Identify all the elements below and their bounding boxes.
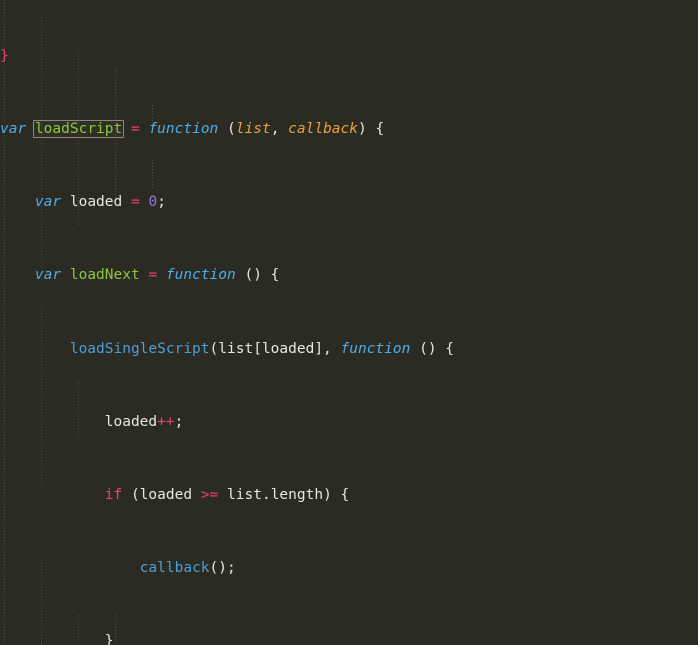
- code-line: if (loaded >= list.length) {: [104, 487, 350, 504]
- code-content[interactable]: } var loadScript = function (list, callb…: [0, 0, 698, 645]
- code-line: }: [0, 47, 9, 64]
- occurrence-highlight-loadscript[interactable]: loadScript: [32, 120, 125, 139]
- code-line: }: [104, 633, 114, 645]
- code-line: var loadNext = function () {: [34, 267, 280, 284]
- code-line: loaded++;: [104, 413, 184, 430]
- code-line: var loadScript = function (list, callbac…: [0, 120, 385, 139]
- code-editor[interactable]: } var loadScript = function (list, callb…: [0, 0, 698, 645]
- code-line: loadSingleScript(list[loaded], function …: [69, 340, 455, 357]
- token-keyword: var: [0, 121, 27, 138]
- code-line: callback();: [139, 560, 236, 577]
- code-line: var loaded = 0;: [34, 194, 166, 211]
